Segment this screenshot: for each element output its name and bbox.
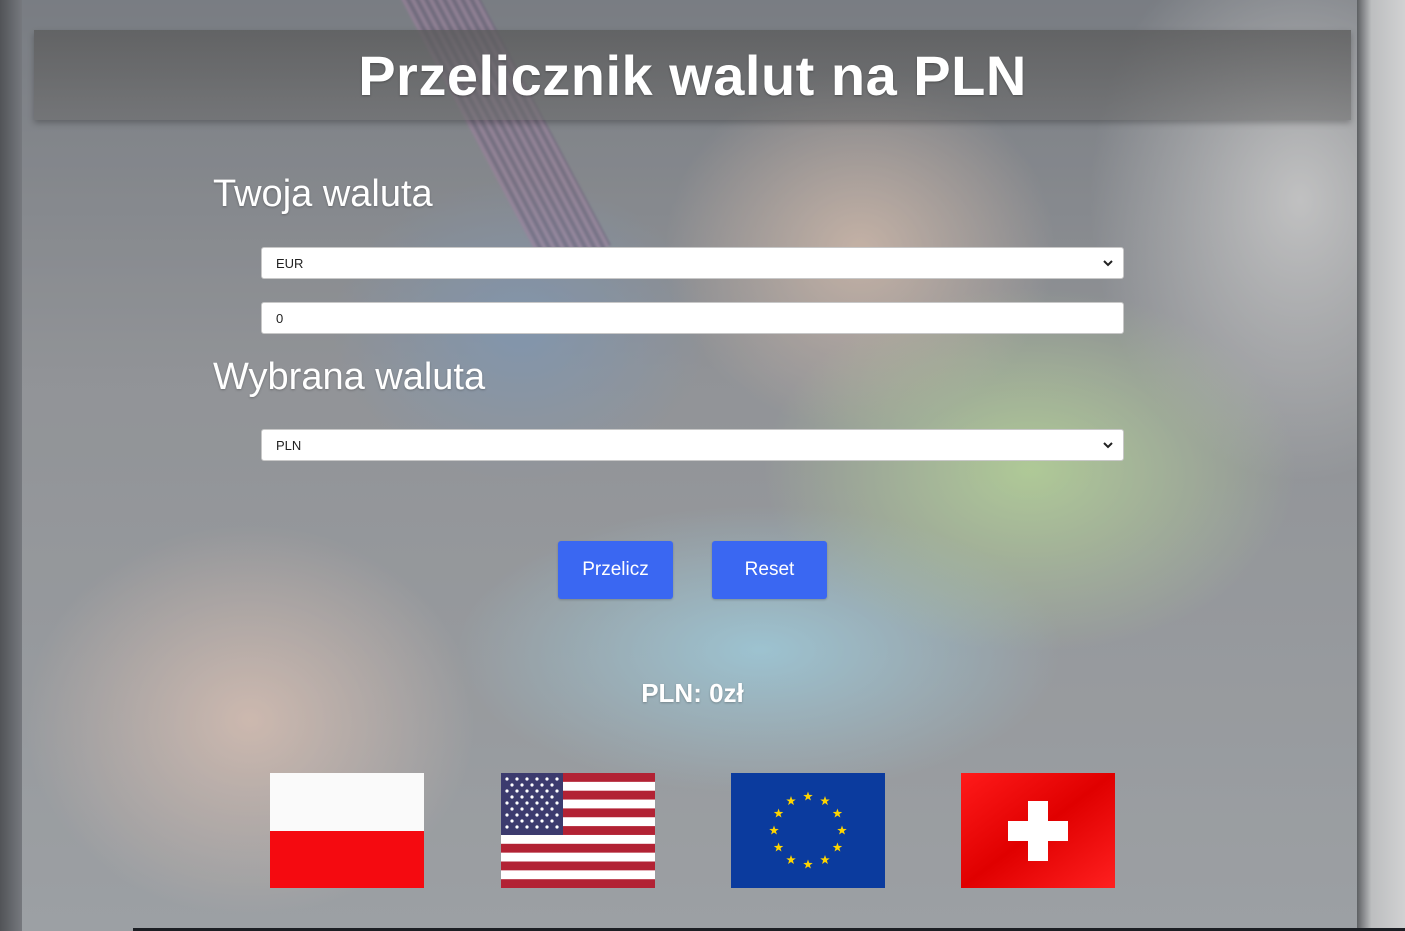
chevron-down-icon <box>1103 442 1113 449</box>
poland-flag-icon[interactable] <box>270 773 424 888</box>
amount-input-value: 0 <box>276 310 284 326</box>
amount-input[interactable]: 0 <box>261 302 1124 334</box>
from-currency-heading: Twoja waluta <box>213 173 433 215</box>
page-title: Przelicznik walut na PLN <box>358 43 1027 107</box>
from-currency-select[interactable]: EUR <box>261 247 1124 279</box>
header-bar: Przelicznik walut na PLN <box>34 30 1351 120</box>
chevron-down-icon <box>1103 260 1113 267</box>
convert-button[interactable]: Przelicz <box>558 541 673 599</box>
eu-flag-icon[interactable] <box>731 773 885 888</box>
to-currency-heading: Wybrana waluta <box>213 356 486 398</box>
result-text: PLN: 0zł <box>641 678 744 708</box>
from-currency-selected-value: EUR <box>276 255 304 271</box>
reset-button[interactable]: Reset <box>712 541 827 599</box>
background-image <box>0 0 1405 931</box>
usa-flag-icon[interactable] <box>501 773 655 888</box>
to-currency-selected-value: PLN <box>276 437 302 453</box>
to-currency-select[interactable]: PLN <box>261 429 1124 461</box>
switzerland-flag-icon[interactable] <box>961 773 1115 888</box>
